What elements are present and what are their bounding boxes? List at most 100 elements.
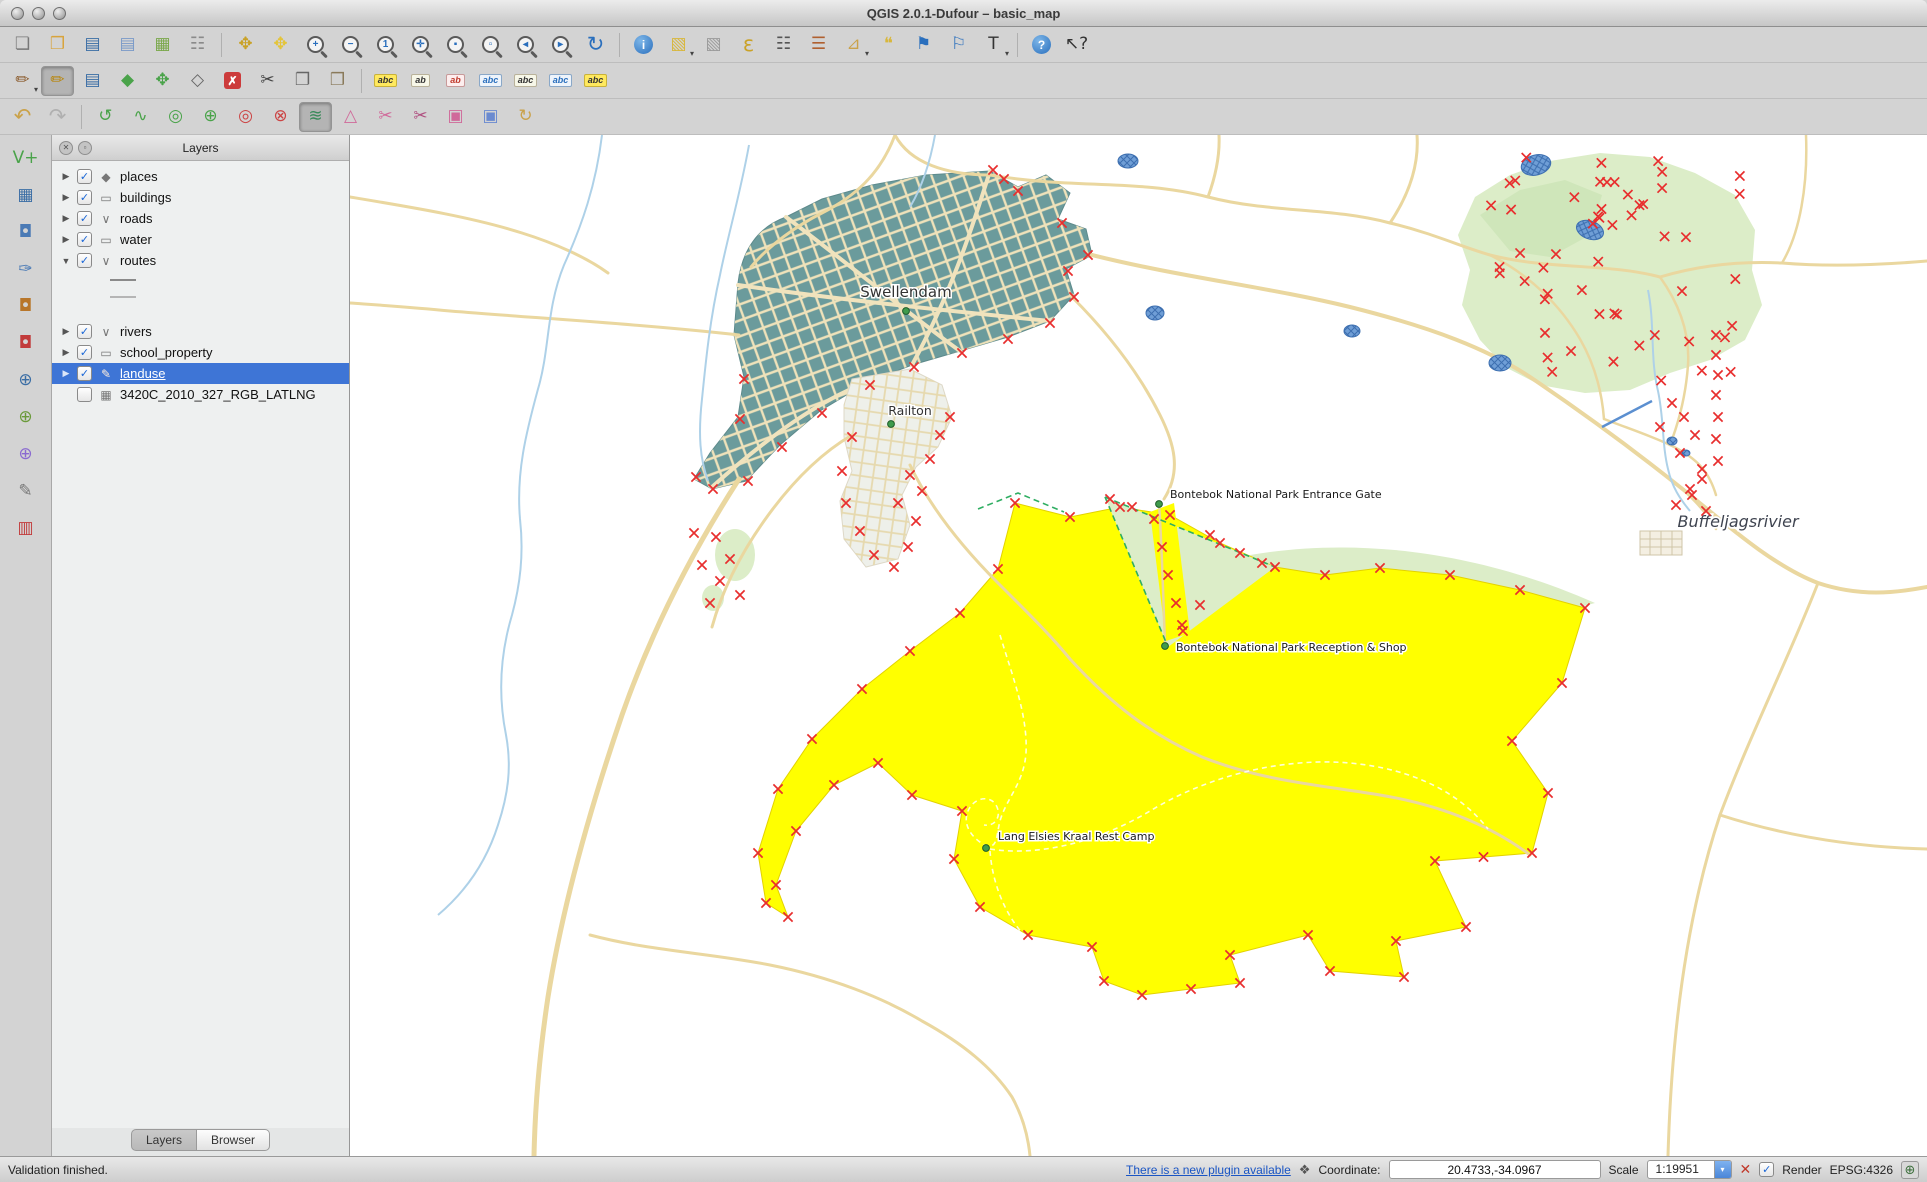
reshape-features-button[interactable]: △ [334, 102, 367, 132]
add-vector-layer-button[interactable]: V+ [9, 143, 42, 173]
layer-visibility-checkbox[interactable]: ✓ [77, 232, 92, 247]
toggle-editing-button[interactable]: ✏ [41, 66, 74, 96]
add-delimited-text-button[interactable]: ▥ [9, 513, 42, 543]
new-bookmark-button[interactable]: ⚑ [907, 30, 940, 60]
attribute-table-button[interactable]: ☷ [767, 30, 800, 60]
deselect-features-button[interactable]: ▧ [697, 30, 730, 60]
layer-visibility-checkbox[interactable]: ✓ [77, 169, 92, 184]
zoom-to-selection-button[interactable]: ▪ [439, 30, 472, 60]
expander-collapsed-icon[interactable]: ▶ [60, 213, 72, 224]
rotate-point-symbols-button[interactable]: ↻ [509, 102, 542, 132]
node-tool-button[interactable]: ◇ [181, 66, 214, 96]
minimize-button[interactable] [32, 7, 45, 20]
map-tips-button[interactable]: ❝ [872, 30, 905, 60]
layer-visibility-checkbox[interactable]: ✓ [77, 324, 92, 339]
offset-curve-button[interactable]: ≋ [299, 102, 332, 132]
panel-float-icon[interactable]: ▫ [78, 141, 92, 155]
show-bookmarks-button[interactable]: ⚐ [942, 30, 975, 60]
rotate-feature-button[interactable]: ↺ [89, 102, 122, 132]
layer-visibility-checkbox[interactable] [77, 387, 92, 402]
open-project-button[interactable]: ❒ [41, 30, 74, 60]
add-postgis-layer-button[interactable]: ◘ [9, 217, 42, 247]
undo-button[interactable]: ↶ [6, 102, 39, 132]
merge-attributes-button[interactable]: ▣ [474, 102, 507, 132]
expander-collapsed-icon[interactable]: ▶ [60, 347, 72, 358]
label-move-button[interactable]: abc [509, 66, 542, 96]
zoom-in-button[interactable]: + [299, 30, 332, 60]
layer-item-buildings[interactable]: ▶✓▭buildings [52, 187, 349, 208]
map-canvas[interactable]: SwellendamRailtonBontebok National Park … [350, 135, 1927, 1156]
zoom-out-button[interactable]: − [334, 30, 367, 60]
layer-item-roads[interactable]: ▶✓∨roads [52, 208, 349, 229]
whats-this-button[interactable]: ↖? [1060, 30, 1093, 60]
label-show-hide-button[interactable]: abc [474, 66, 507, 96]
layer-item-rivers[interactable]: ▶✓∨rivers [52, 321, 349, 342]
scale-combo[interactable]: 1:19951 ▾ [1647, 1160, 1732, 1179]
new-print-composer-button[interactable]: ☷ [181, 30, 214, 60]
add-ring-button[interactable]: ◎ [159, 102, 192, 132]
add-wfs-layer-button[interactable]: ⊕ [9, 439, 42, 469]
add-part-button[interactable]: ⊕ [194, 102, 227, 132]
layer-item-landuse[interactable]: ▶✓✎landuse [52, 363, 349, 384]
expander-collapsed-icon[interactable]: ▶ [60, 171, 72, 182]
layer-visibility-checkbox[interactable]: ✓ [77, 253, 92, 268]
layer-item-school_property[interactable]: ▶✓▭school_property [52, 342, 349, 363]
help-button[interactable]: ? [1025, 30, 1058, 60]
new-shapefile-layer-button[interactable]: ✎ [9, 476, 42, 506]
text-annotation-button[interactable]: T▾ [977, 30, 1010, 60]
render-checkbox[interactable]: ✓ [1759, 1162, 1774, 1177]
add-feature-button[interactable]: ◆ [111, 66, 144, 96]
layer-item-water[interactable]: ▶✓▭water [52, 229, 349, 250]
save-project-button[interactable]: ▤ [76, 30, 109, 60]
coordinate-input[interactable] [1389, 1160, 1601, 1179]
delete-selected-button[interactable]: ✗ [216, 66, 249, 96]
save-project-as-button[interactable]: ▤ [111, 30, 144, 60]
split-parts-button[interactable]: ✂ [369, 102, 402, 132]
add-oracle-layer-button[interactable]: ◘ [9, 328, 42, 358]
zoom-window-button[interactable] [53, 7, 66, 20]
zoom-actual-button[interactable]: 1 [369, 30, 402, 60]
layer-item-places[interactable]: ▶✓◆places [52, 166, 349, 187]
expander-collapsed-icon[interactable]: ▶ [60, 368, 72, 379]
expander-collapsed-icon[interactable]: ▶ [60, 192, 72, 203]
add-wms-layer-button[interactable]: ⊕ [9, 365, 42, 395]
panel-tab-browser[interactable]: Browser [197, 1129, 270, 1151]
panel-close-icon[interactable]: ✕ [59, 141, 73, 155]
add-mssql-layer-button[interactable]: ◘ [9, 291, 42, 321]
split-features-button[interactable]: ✂ [404, 102, 437, 132]
labeling-button[interactable]: abc [369, 66, 402, 96]
panel-tab-layers[interactable]: Layers [131, 1129, 197, 1151]
layer-item-routes[interactable]: ▼✓∨routes [52, 250, 349, 271]
crs-status-icon[interactable]: ⊕ [1901, 1161, 1919, 1179]
zoom-last-button[interactable]: ◂ [509, 30, 542, 60]
field-calculator-button[interactable]: ☰ [802, 30, 835, 60]
add-wcs-layer-button[interactable]: ⊕ [9, 402, 42, 432]
label-rotate-button[interactable]: abc [544, 66, 577, 96]
expander-collapsed-icon[interactable]: ▶ [60, 326, 72, 337]
plugin-notification-link[interactable]: There is a new plugin available [1126, 1163, 1291, 1177]
delete-ring-button[interactable]: ◎ [229, 102, 262, 132]
add-raster-layer-button[interactable]: ▦ [9, 180, 42, 210]
cut-features-button[interactable]: ✂ [251, 66, 284, 96]
pan-map-button[interactable]: ✥ [229, 30, 262, 60]
select-by-expression-button[interactable]: ε [732, 30, 765, 60]
add-spatialite-layer-button[interactable]: ✑ [9, 254, 42, 284]
redo-button[interactable]: ↷ [41, 102, 74, 132]
save-as-image-button[interactable]: ▦ [146, 30, 179, 60]
refresh-map-button[interactable]: ↻ [579, 30, 612, 60]
save-layer-edits-button[interactable]: ▤ [76, 66, 109, 96]
label-unpin-button[interactable]: ab [439, 66, 472, 96]
measure-button[interactable]: ⊿▾ [837, 30, 870, 60]
stop-rendering-icon[interactable]: ✕ [1740, 1161, 1752, 1178]
expander-collapsed-icon[interactable]: ▶ [60, 234, 72, 245]
zoom-full-button[interactable]: ✛ [404, 30, 437, 60]
move-feature-button[interactable]: ✥ [146, 66, 179, 96]
simplify-feature-button[interactable]: ∿ [124, 102, 157, 132]
copy-features-button[interactable]: ❐ [286, 66, 319, 96]
merge-features-button[interactable]: ▣ [439, 102, 472, 132]
layer-visibility-checkbox[interactable]: ✓ [77, 366, 92, 381]
zoom-next-button[interactable]: ▸ [544, 30, 577, 60]
label-pin-button[interactable]: ab [404, 66, 437, 96]
zoom-to-layer-button[interactable]: ▫ [474, 30, 507, 60]
layer-visibility-checkbox[interactable]: ✓ [77, 211, 92, 226]
